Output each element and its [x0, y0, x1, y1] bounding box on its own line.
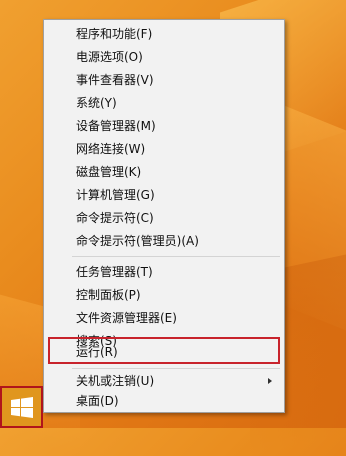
menu-item-label: 磁盘管理(K)	[76, 165, 142, 179]
menu-item-label: 运行(R)	[76, 345, 118, 359]
menu-separator	[72, 368, 280, 369]
start-button[interactable]	[0, 386, 43, 428]
submenu-arrow-icon	[268, 378, 272, 384]
menu-item-label: 事件查看器(V)	[76, 73, 154, 87]
menu-item-computer-management[interactable]: 计算机管理(G)	[48, 184, 280, 207]
winx-context-menu: 程序和功能(F) 电源选项(O) 事件查看器(V) 系统(Y) 设备管理器(M)…	[43, 19, 285, 413]
menu-item-label: 计算机管理(G)	[76, 188, 155, 202]
menu-item-desktop[interactable]: 桌面(D)	[48, 390, 280, 413]
menu-item-system[interactable]: 系统(Y)	[48, 92, 280, 115]
menu-item-power-options[interactable]: 电源选项(O)	[48, 46, 280, 69]
menu-item-disk-management[interactable]: 磁盘管理(K)	[48, 161, 280, 184]
menu-item-label: 命令提示符(C)	[76, 211, 154, 225]
menu-item-label: 设备管理器(M)	[76, 119, 156, 133]
menu-item-label: 电源选项(O)	[76, 50, 143, 64]
menu-item-label: 控制面板(P)	[76, 288, 141, 302]
menu-item-label: 命令提示符(管理员)(A)	[76, 234, 199, 248]
menu-item-label: 关机或注销(U)	[76, 374, 155, 388]
menu-item-task-manager[interactable]: 任务管理器(T)	[48, 261, 280, 284]
menu-separator	[72, 256, 280, 257]
menu-item-event-viewer[interactable]: 事件查看器(V)	[48, 69, 280, 92]
menu-item-label: 文件资源管理器(E)	[76, 311, 177, 325]
menu-item-label: 程序和功能(F)	[76, 27, 153, 41]
menu-item-label: 桌面(D)	[76, 394, 119, 408]
menu-item-label: 任务管理器(T)	[76, 265, 153, 279]
menu-item-file-explorer[interactable]: 文件资源管理器(E)	[48, 307, 280, 330]
menu-item-label: 网络连接(W)	[76, 142, 146, 156]
menu-item-programs-features[interactable]: 程序和功能(F)	[48, 23, 280, 46]
menu-item-device-manager[interactable]: 设备管理器(M)	[48, 115, 280, 138]
menu-item-label: 系统(Y)	[76, 96, 117, 110]
menu-item-command-prompt-admin[interactable]: 命令提示符(管理员)(A)	[48, 230, 280, 253]
menu-item-network-connections[interactable]: 网络连接(W)	[48, 138, 280, 161]
menu-item-run[interactable]: 运行(R)	[48, 337, 280, 364]
menu-item-control-panel[interactable]: 控制面板(P)	[48, 284, 280, 307]
menu-item-command-prompt[interactable]: 命令提示符(C)	[48, 207, 280, 230]
windows-logo-icon	[11, 397, 33, 418]
